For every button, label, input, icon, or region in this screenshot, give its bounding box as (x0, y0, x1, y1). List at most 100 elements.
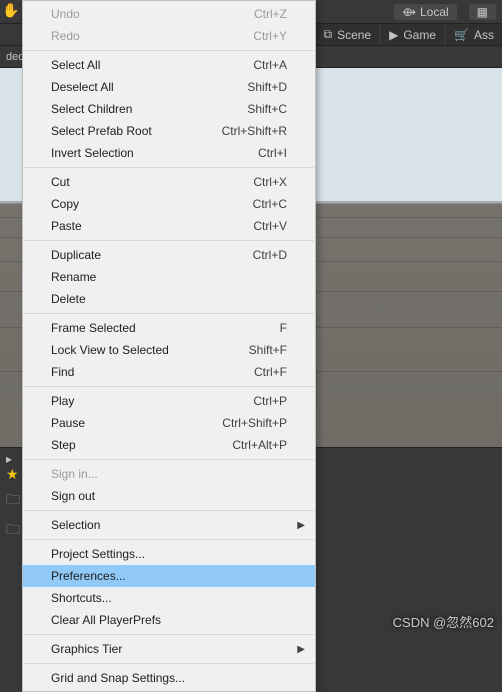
menu-item-label: Select Children (51, 102, 239, 116)
menu-item-shortcut: Ctrl+Z (254, 7, 287, 21)
menu-separator (24, 50, 314, 51)
menu-item-shortcut: Ctrl+X (253, 175, 287, 189)
menu-item-sign-out[interactable]: Sign out (23, 485, 315, 507)
menu-item-shortcut: Ctrl+Y (253, 29, 287, 43)
menu-item-frame-selected[interactable]: Frame Selected F (23, 317, 315, 339)
menu-item-shortcut: Ctrl+Shift+R (222, 124, 287, 138)
menu-item-clear-all-playerprefs[interactable]: Clear All PlayerPrefs (23, 609, 315, 631)
menu-item-label: Sign in... (51, 467, 287, 481)
tab-scene[interactable]: ⧉ Scene (316, 24, 380, 45)
menu-item-grid-and-snap-settings[interactable]: Grid and Snap Settings... (23, 667, 315, 689)
local-label: Local (420, 5, 449, 19)
menu-item-label: Cut (51, 175, 245, 189)
menu-item-label: Shortcuts... (51, 591, 287, 605)
menu-item-pause[interactable]: PauseCtrl+Shift+P (23, 412, 315, 434)
menu-item-redo: Redo Ctrl+Y (23, 25, 315, 47)
menu-item-shortcut: Ctrl+F (254, 365, 287, 379)
chevron-right-icon: ▶ (297, 520, 305, 531)
menu-item-graphics-tier[interactable]: Graphics Tier ▶ (23, 638, 315, 660)
menu-item-select-prefab-root[interactable]: Select Prefab Root Ctrl+Shift+R (23, 120, 315, 142)
menu-separator (24, 663, 314, 664)
snap-toggle[interactable]: ▦ (469, 4, 496, 20)
menu-separator (24, 386, 314, 387)
menu-item-shortcut: F (280, 321, 287, 335)
menu-item-label: Redo (51, 29, 245, 43)
menu-item-shortcut: Ctrl+V (253, 219, 287, 233)
menu-item-label: Rename (51, 270, 287, 284)
menu-item-label: Project Settings... (51, 547, 287, 561)
menu-item-selection[interactable]: Selection ▶ (23, 514, 315, 536)
menu-item-label: Graphics Tier (51, 642, 287, 656)
tab-asset-label: Ass (474, 28, 494, 42)
local-icon: ⟴ (402, 5, 416, 19)
menu-item-lock-view-to-selected[interactable]: Lock View to Selected Shift+F (23, 339, 315, 361)
menu-item-label: Delete (51, 292, 287, 306)
menu-item-label: Preferences... (51, 569, 287, 583)
favorites-icon[interactable]: ★ (6, 466, 19, 482)
chevron-right-icon: ▶ (297, 644, 305, 655)
menu-item-shortcut: Shift+F (249, 343, 287, 357)
menu-separator (24, 313, 314, 314)
grid-snap-icon: ▦ (477, 5, 488, 19)
menu-item-shortcut: Shift+D (247, 80, 287, 94)
menu-item-shortcut: Ctrl+A (253, 58, 287, 72)
menu-item-label: Grid and Snap Settings... (51, 671, 287, 685)
menu-item-label: Deselect All (51, 80, 239, 94)
menu-item-label: Frame Selected (51, 321, 272, 335)
menu-item-sign-in: Sign in... (23, 463, 315, 485)
menu-item-shortcut: Ctrl+Alt+P (232, 438, 287, 452)
menu-item-step[interactable]: Step Ctrl+Alt+P (23, 434, 315, 456)
menu-item-shortcut: Ctrl+Shift+P (222, 416, 287, 430)
menu-item-label: Find (51, 365, 246, 379)
menu-item-select-children[interactable]: Select Children Shift+C (23, 98, 315, 120)
menu-item-shortcut: Ctrl+I (258, 146, 287, 160)
menu-item-label: Play (51, 394, 245, 408)
menu-item-find[interactable]: Find Ctrl+F (23, 361, 315, 383)
menu-item-label: Undo (51, 7, 246, 21)
game-icon: ▶ (389, 28, 398, 42)
menu-item-label: Select All (51, 58, 245, 72)
menu-item-label: Invert Selection (51, 146, 250, 160)
menu-item-label: Duplicate (51, 248, 245, 262)
menu-item-project-settings[interactable]: Project Settings... (23, 543, 315, 565)
menu-separator (24, 634, 314, 635)
menu-item-shortcut: Ctrl+P (253, 394, 287, 408)
tab-scene-label: Scene (337, 28, 371, 42)
menu-item-label: Paste (51, 219, 245, 233)
menu-item-shortcut: Ctrl+D (253, 248, 287, 262)
menu-separator (24, 539, 314, 540)
menu-item-label: Copy (51, 197, 245, 211)
menu-item-undo: Undo Ctrl+Z (23, 3, 315, 25)
menu-item-delete[interactable]: Delete (23, 288, 315, 310)
local-toggle[interactable]: ⟴ Local (394, 4, 457, 20)
menu-item-shortcut: Ctrl+C (253, 197, 287, 211)
menu-item-label: Sign out (51, 489, 287, 503)
menu-separator (24, 167, 314, 168)
menu-item-paste[interactable]: Paste Ctrl+V (23, 215, 315, 237)
menu-separator (24, 459, 314, 460)
watermark: CSDN @忽然602 (393, 612, 494, 631)
menu-item-copy[interactable]: Copy Ctrl+C (23, 193, 315, 215)
menu-item-invert-selection[interactable]: Invert Selection Ctrl+I (23, 142, 315, 164)
menu-item-preferences[interactable]: Preferences... (23, 565, 315, 587)
menu-item-shortcut: Shift+C (247, 102, 287, 116)
hand-tool-icon[interactable]: ✋ (2, 2, 19, 19)
menu-item-label: Clear All PlayerPrefs (51, 613, 287, 627)
menu-item-cut[interactable]: Cut Ctrl+X (23, 171, 315, 193)
menu-item-label: Step (51, 438, 224, 452)
tab-game[interactable]: ▶ Game (381, 24, 444, 45)
tab-assetstore[interactable]: 🛒 Ass (446, 24, 502, 45)
menu-item-label: Select Prefab Root (51, 124, 214, 138)
menu-separator (24, 510, 314, 511)
scene-icon: ⧉ (324, 27, 333, 42)
menu-item-label: Selection (51, 518, 287, 532)
menu-item-play[interactable]: Play Ctrl+P (23, 390, 315, 412)
menu-item-label: Lock View to Selected (51, 343, 241, 357)
menu-item-select-all[interactable]: Select All Ctrl+A (23, 54, 315, 76)
cart-icon: 🛒 (454, 28, 469, 42)
menu-item-deselect-all[interactable]: Deselect All Shift+D (23, 76, 315, 98)
menu-item-duplicate[interactable]: Duplicate Ctrl+D (23, 244, 315, 266)
menu-item-rename[interactable]: Rename (23, 266, 315, 288)
edit-context-menu[interactable]: Undo Ctrl+Z Redo Ctrl+Y Select All Ctrl+A Dese… (22, 0, 316, 692)
menu-item-shortcuts[interactable]: Shortcuts... (23, 587, 315, 609)
